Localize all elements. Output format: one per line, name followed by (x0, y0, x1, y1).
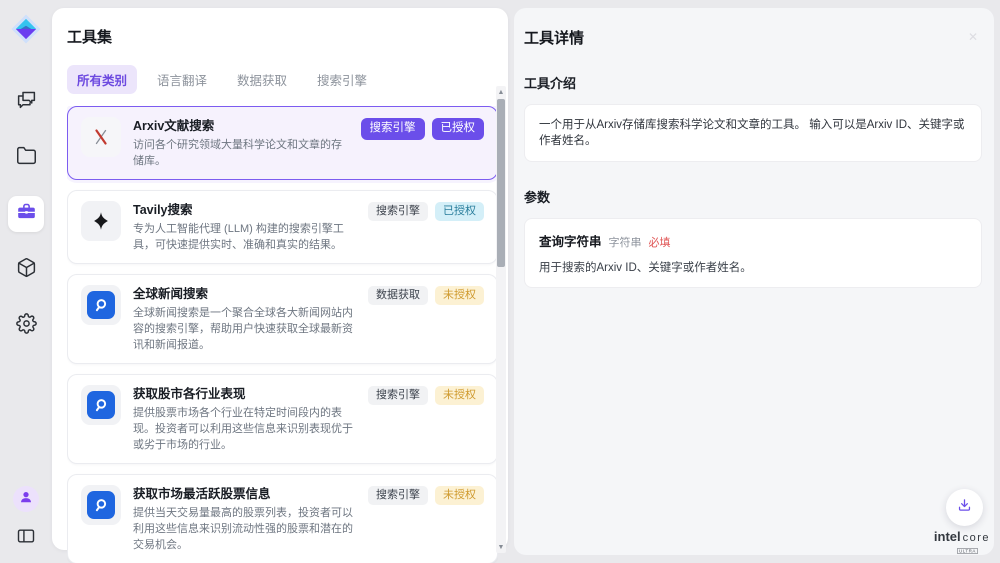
category-badge: 数据获取 (368, 286, 428, 305)
blue-magnifier-icon (81, 385, 121, 425)
app-root: { "colors": { "accent": "#6b4eea", "sele… (0, 0, 1000, 563)
intro-heading: 工具介绍 (524, 73, 982, 92)
tool-title: 获取市场最活跃股票信息 (133, 485, 360, 502)
cube-icon (16, 257, 37, 283)
tool-card-active-stocks[interactable]: 获取市场最活跃股票信息 提供当天交易量最高的股票列表，投资者可以利用这些信息来识… (67, 474, 498, 563)
sidebar-item-chat[interactable] (8, 84, 44, 120)
tool-title: Arxiv文献搜索 (133, 117, 353, 134)
intro-card: 一个用于从Arxiv存储库搜索科学论文和文章的工具。 输入可以是Arxiv ID… (524, 104, 982, 162)
arxiv-logo-icon (81, 117, 121, 157)
sparkle-star-icon (81, 201, 121, 241)
tool-card-list: Arxiv文献搜索 访问各个研究领域大量科学论文和文章的存储库。 搜索引擎 已授… (67, 106, 498, 563)
tool-title: 全球新闻搜索 (133, 285, 360, 302)
auth-status-badge: 已授权 (435, 202, 484, 221)
tab-all-categories[interactable]: 所有类别 (67, 65, 137, 94)
param-card: 查询字符串 字符串 必填 用于搜索的Arxiv ID、关键字或作者姓名。 (524, 218, 982, 288)
intro-text: 一个用于从Arxiv存储库搜索科学论文和文章的工具。 输入可以是Arxiv ID… (539, 117, 967, 149)
sidebar-item-settings[interactable] (8, 308, 44, 344)
tool-description: 全球新闻搜索是一个聚合全球各大新闻网站内容的搜索引擎，帮助用户快速获取全球最新资… (133, 305, 360, 353)
core-wordmark: core (963, 532, 990, 544)
tool-card-sector-performance[interactable]: 获取股市各行业表现 提供股票市场各个行业在特定时间段内的表现。投资者可以利用这些… (67, 374, 498, 464)
category-badge: 搜索引擎 (361, 118, 425, 140)
scroll-up-arrow-icon[interactable]: ▲ (496, 86, 506, 98)
sidebar-item-files[interactable] (8, 140, 44, 176)
tool-description: 提供当天交易量最高的股票列表，投资者可以利用这些信息来识别流动性强的股票和潜在的… (133, 505, 360, 553)
user-icon (19, 490, 33, 509)
scrollbar-thumb[interactable] (497, 99, 505, 267)
collapse-panel-icon (16, 533, 36, 550)
tool-title: 获取股市各行业表现 (133, 385, 360, 402)
chat-icon (16, 89, 37, 115)
tool-description: 访问各个研究领域大量科学论文和文章的存储库。 (133, 137, 353, 169)
app-logo (11, 14, 41, 44)
tool-description: 专为人工智能代理 (LLM) 构建的搜索引擎工具，可快速提供实时、准确和真实的结… (133, 221, 360, 253)
toolbox-icon (16, 201, 37, 227)
category-badge: 搜索引擎 (368, 202, 428, 221)
sidebar-item-toolbox[interactable] (8, 196, 44, 232)
left-rail (0, 0, 52, 563)
auth-status-badge: 未授权 (435, 486, 484, 505)
toolset-title: 工具集 (67, 26, 508, 47)
toolset-panel: 工具集 所有类别 语言翻译 数据获取 搜索引擎 Arxiv文献搜索 访问各个研究… (52, 8, 508, 550)
list-scrollbar[interactable]: ▲ ▼ (496, 86, 506, 553)
tool-description: 提供股票市场各个行业在特定时间段内的表现。投资者可以利用这些信息来识别表现优于或… (133, 405, 360, 453)
blue-magnifier-icon (81, 485, 121, 525)
tab-language-translation[interactable]: 语言翻译 (147, 65, 217, 94)
auth-status-badge: 已授权 (432, 118, 485, 140)
param-description: 用于搜索的Arxiv ID、关键字或作者姓名。 (539, 259, 967, 275)
tool-details-panel: 工具详情 ✕ 工具介绍 一个用于从Arxiv存储库搜索科学论文和文章的工具。 输… (514, 8, 994, 555)
tool-card-tavily[interactable]: Tavily搜索 专为人工智能代理 (LLM) 构建的搜索引擎工具，可快速提供实… (67, 190, 498, 264)
collapse-sidebar-button[interactable] (16, 526, 36, 551)
user-avatar[interactable] (13, 486, 39, 512)
category-badge: 搜索引擎 (368, 486, 428, 505)
close-icon[interactable]: ✕ (968, 30, 978, 44)
gear-icon (16, 313, 37, 339)
intel-core-logo: intel core ULTRA (931, 529, 993, 562)
tool-title: Tavily搜索 (133, 201, 360, 218)
param-type: 字符串 (609, 234, 642, 250)
category-tabs: 所有类别 语言翻译 数据获取 搜索引擎 (67, 65, 508, 94)
ultra-badge: ULTRA (957, 548, 978, 554)
param-required-badge: 必填 (649, 234, 671, 250)
auth-status-badge: 未授权 (435, 286, 484, 305)
scroll-down-arrow-icon[interactable]: ▼ (496, 541, 506, 553)
download-button[interactable] (946, 489, 983, 526)
param-name: 查询字符串 (539, 231, 602, 250)
params-heading: 参数 (524, 187, 982, 206)
blue-magnifier-icon (81, 285, 121, 325)
rail-nav (8, 84, 44, 344)
auth-status-badge: 未授权 (435, 386, 484, 405)
intel-wordmark: intel (934, 529, 961, 544)
download-icon (956, 497, 973, 519)
rail-bottom (0, 486, 52, 551)
details-title: 工具详情 (524, 27, 982, 48)
sidebar-item-models[interactable] (8, 252, 44, 288)
tab-search-engine[interactable]: 搜索引擎 (307, 65, 377, 94)
folder-icon (16, 145, 37, 171)
tool-card-arxiv[interactable]: Arxiv文献搜索 访问各个研究领域大量科学论文和文章的存储库。 搜索引擎 已授… (67, 106, 498, 180)
tool-card-global-news[interactable]: 全球新闻搜索 全球新闻搜索是一个聚合全球各大新闻网站内容的搜索引擎，帮助用户快速… (67, 274, 498, 364)
category-badge: 搜索引擎 (368, 386, 428, 405)
tab-data-acquisition[interactable]: 数据获取 (227, 65, 297, 94)
